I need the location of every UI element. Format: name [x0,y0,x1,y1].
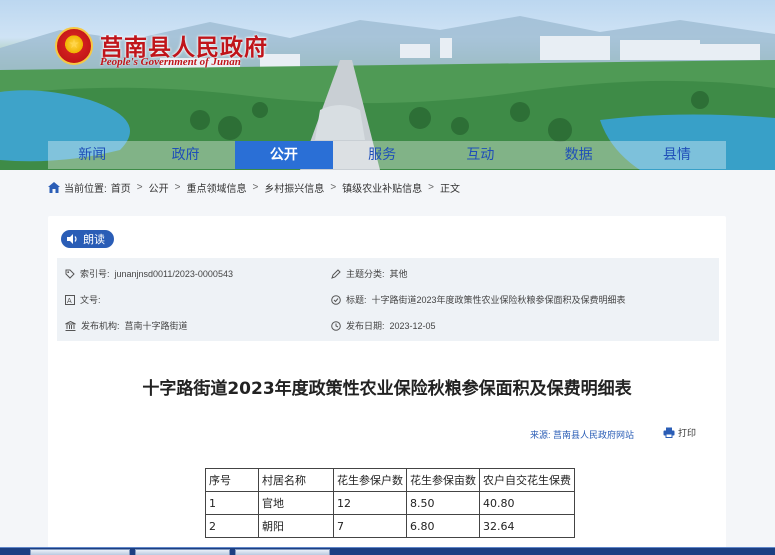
tag-icon [65,269,75,279]
breadcrumb-key-areas[interactable]: 重点领域信息 [186,180,246,195]
table-row: 1 官地 12 8.50 40.80 [205,491,575,515]
document-number-icon: A [65,294,75,305]
meta-index-label: 索引号: [80,269,110,279]
table-header-row: 序号 村居名称 花生参保户数 花生参保亩数 农户自交花生保费 [205,468,575,492]
breadcrumb-separator: > [136,182,143,193]
nav-item-public[interactable]: 公开 [234,141,333,169]
meta-org: 发布机构: 莒南十字路街道 [65,319,188,332]
print-button[interactable]: 打印 [663,426,696,439]
breadcrumb-public[interactable]: 公开 [149,180,169,195]
home-icon [48,182,60,193]
meta-date-label: 发布日期: [346,321,385,331]
speaker-icon [67,234,77,244]
nav-item-interaction[interactable]: 互动 [431,141,529,169]
document-metadata: 索引号: junanjnsd0011/2023-0000543 主题分类: 其他… [57,258,719,341]
meta-topic-label: 主题分类: [346,269,385,279]
taskbar-button[interactable] [135,549,230,555]
printer-icon [663,427,675,438]
main-nav: 新闻 政府 公开 服务 互动 数据 县情 [48,141,726,169]
breadcrumb-separator: > [252,182,259,193]
read-aloud-button[interactable]: 朗读 [61,230,114,248]
table-cell: 8.50 [406,491,480,515]
breadcrumb-separator: > [174,182,181,193]
meta-index-value: junanjnsd0011/2023-0000543 [114,268,233,279]
meta-topic-value: 其他 [389,269,408,279]
taskbar-button[interactable] [30,549,130,555]
table-cell: 2 [205,514,259,538]
svg-text:A: A [67,298,72,305]
nav-item-data[interactable]: 数据 [530,141,628,169]
breadcrumb-rural-revitalization[interactable]: 乡村振兴信息 [264,180,324,195]
pen-icon [331,268,341,279]
meta-title-value: 十字路街道2023年度政策性农业保险秋粮参保面积及保费明细表 [371,295,626,305]
nav-item-service[interactable]: 服务 [333,141,431,169]
breadcrumb-separator: > [428,182,434,193]
table-row: 2 朝阳 7 6.80 32.64 [205,514,575,538]
meta-index: 索引号: junanjnsd0011/2023-0000543 [65,267,233,280]
header-banner: 莒南县人民政府 People's Government of Junan 新闻 … [0,0,775,170]
breadcrumb-prefix: 当前位置: [64,184,107,195]
print-label: 打印 [678,428,697,438]
article-card: 朗读 索引号: junanjnsd0011/2023-0000543 主题分类:… [48,216,726,555]
table-header: 花生参保亩数 [406,468,480,492]
read-aloud-label: 朗读 [83,234,105,246]
article-source: 来源: 莒南县人民政府网站 [530,430,635,440]
breadcrumb-home[interactable]: 首页 [111,180,131,195]
table-cell: 40.80 [479,491,575,515]
table-header: 花生参保户数 [333,468,407,492]
breadcrumb-separator: > [330,182,337,193]
table-cell: 朝阳 [258,514,334,538]
meta-date: 发布日期: 2023-12-05 [331,319,436,332]
meta-title-label: 标题: [346,295,367,305]
table-cell: 官地 [258,491,334,515]
nav-item-county-info[interactable]: 县情 [628,141,726,169]
breadcrumb-subsidy-info[interactable]: 镇级农业补贴信息 [342,180,422,195]
os-taskbar [0,547,775,555]
meta-title: 标题: 十字路街道2023年度政策性农业保险秋粮参保面积及保费明细表 [331,293,626,306]
insurance-detail-table: 序号 村居名称 花生参保户数 花生参保亩数 农户自交花生保费 1 官地 12 8… [205,468,575,538]
meta-docno: A 文号: [65,293,106,306]
article-title: 十字路街道2023年度政策性农业保险秋粮参保面积及保费明细表 [142,379,632,399]
table-cell: 6.80 [406,514,480,538]
nav-item-news[interactable]: 新闻 [48,141,136,169]
check-circle-icon [331,294,341,305]
meta-date-value: 2023-12-05 [389,320,436,331]
table-header: 村居名称 [258,468,334,492]
taskbar-button[interactable] [235,549,330,555]
clock-icon [331,320,341,331]
meta-topic: 主题分类: 其他 [331,267,408,280]
table-cell: 7 [333,514,407,538]
breadcrumb: 当前位置: 首页 > 公开 > 重点领域信息 > 乡村振兴信息 > 镇级农业补贴… [48,180,460,195]
meta-org-value: 莒南十字路街道 [124,321,188,331]
institution-icon [65,320,76,331]
breadcrumb-current: 正文 [440,184,460,195]
table-cell: 1 [205,491,259,515]
table-header: 农户自交花生保费 [479,468,575,492]
table-cell: 32.64 [479,514,575,538]
meta-org-label: 发布机构: [81,321,120,331]
table-cell: 12 [333,491,407,515]
national-emblem-logo [55,27,93,65]
nav-item-government[interactable]: 政府 [136,141,234,169]
meta-docno-label: 文号: [80,295,101,305]
site-name-english: People's Government of Junan [100,56,241,68]
table-header: 序号 [205,468,259,492]
